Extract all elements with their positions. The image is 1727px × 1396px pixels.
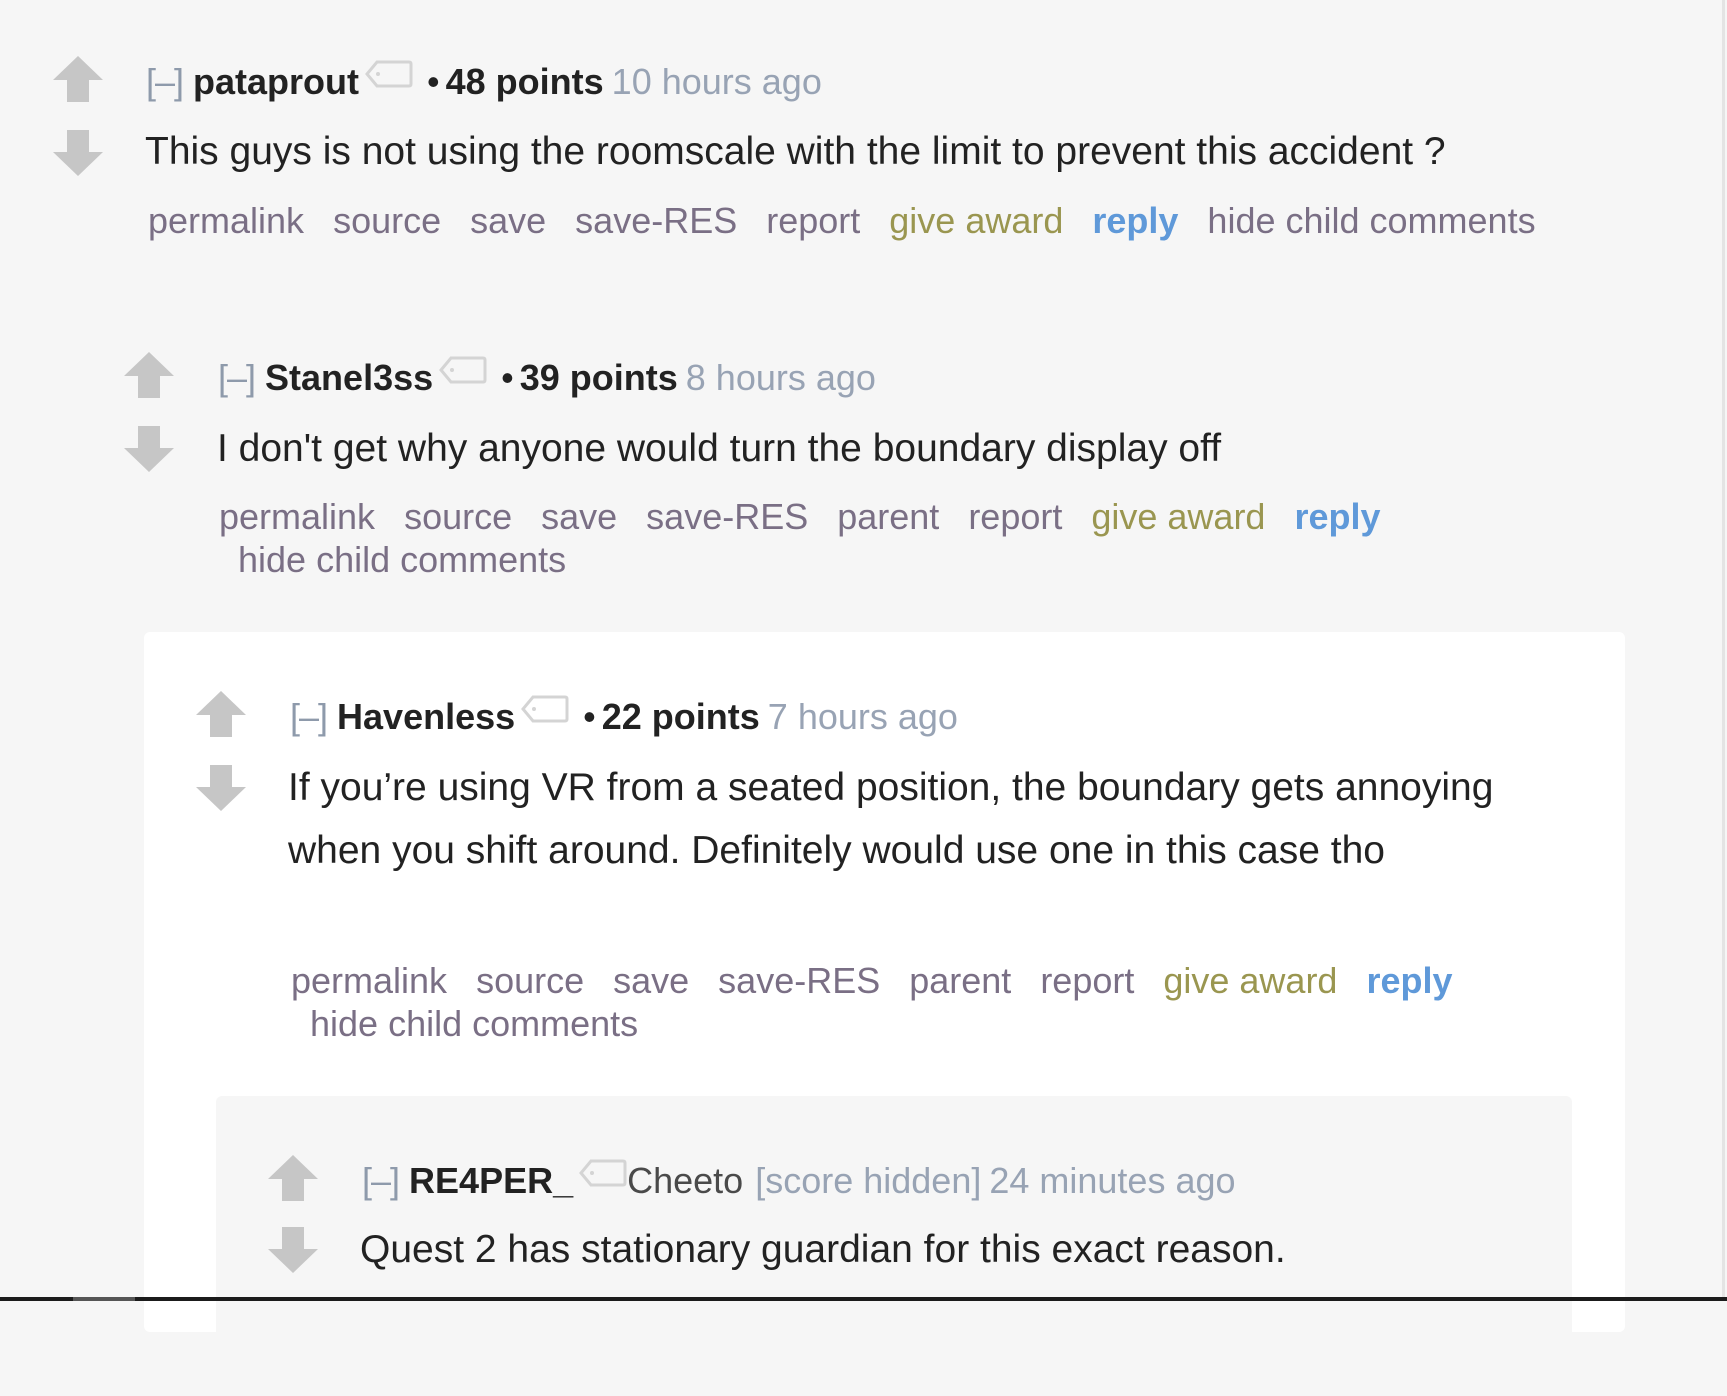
tag-icon[interactable] (439, 350, 487, 394)
save-res-link[interactable]: save-RES (646, 496, 808, 537)
downvote-arrow-icon[interactable] (196, 765, 246, 811)
report-link[interactable]: report (766, 200, 860, 241)
comment-body: Quest 2 has stationary guardian for this… (360, 1228, 1286, 1271)
hide-child-comments-link[interactable]: hide child comments (310, 1002, 638, 1046)
give-award-link[interactable]: give award (1163, 960, 1337, 1001)
reply-link[interactable]: reply (1294, 496, 1380, 537)
separator-bullet: • (501, 357, 514, 398)
comment-actions: permalink source save save-RES report give aw… (148, 199, 1708, 243)
save-res-link[interactable]: save-RES (575, 200, 737, 241)
collapse-toggle[interactable]: [–] (218, 357, 256, 398)
tag-icon[interactable] (365, 54, 413, 98)
score-hidden: [score hidden] (755, 1160, 982, 1201)
user-flair: Cheeto (627, 1160, 744, 1201)
collapse-toggle[interactable]: [–] (146, 61, 184, 102)
save-res-link[interactable]: save-RES (718, 960, 880, 1001)
comment-tagline: [–] RE4PER_ Cheeto [score hidden] 24 minutes… (362, 1159, 1236, 1205)
score: 39 points (519, 357, 678, 398)
reply-link[interactable]: reply (1366, 960, 1452, 1001)
upvote-arrow-icon[interactable] (124, 352, 174, 398)
comment-actions: permalink source save save-RES parent report g… (291, 959, 1482, 1003)
author-link[interactable]: Stanel3ss (265, 357, 433, 398)
comment-actions-overflow: hide child comments (238, 538, 595, 582)
comment-tagline: [–] Stanel3ss • 39 points 8 hours ago (218, 356, 876, 402)
separator-bullet: • (583, 696, 596, 737)
comment-body: I don't get why anyone would turn the bo… (217, 427, 1222, 470)
comment-tagline: [–] pataprout • 48 points 10 hours ago (146, 60, 822, 106)
report-link[interactable]: report (1040, 960, 1134, 1001)
timestamp: 10 hours ago (611, 61, 822, 102)
timestamp: 8 hours ago (685, 357, 876, 398)
source-link[interactable]: source (476, 960, 584, 1001)
tag-icon[interactable] (579, 1153, 627, 1197)
downvote-arrow-icon[interactable] (268, 1227, 318, 1273)
collapse-toggle[interactable]: [–] (362, 1160, 400, 1201)
hide-child-comments-link[interactable]: hide child comments (238, 538, 566, 582)
score: 48 points (445, 61, 604, 102)
downvote-arrow-icon[interactable] (124, 426, 174, 472)
tag-icon[interactable] (521, 689, 569, 733)
author-link[interactable]: RE4PER_ (409, 1160, 573, 1201)
hide-child-comments-link[interactable]: hide child comments (1207, 200, 1535, 241)
permalink-link[interactable]: permalink (148, 200, 304, 241)
save-link[interactable]: save (470, 200, 546, 241)
parent-link[interactable]: parent (909, 960, 1011, 1001)
author-link[interactable]: Havenless (337, 696, 515, 737)
source-link[interactable]: source (333, 200, 441, 241)
separator-bullet: • (427, 61, 440, 102)
horizontal-scrollbar-thumb[interactable] (73, 1297, 135, 1301)
save-link[interactable]: save (541, 496, 617, 537)
upvote-arrow-icon[interactable] (268, 1155, 318, 1201)
upvote-arrow-icon[interactable] (196, 691, 246, 737)
comment-body: If you’re using VR from a seated positio… (288, 766, 1494, 872)
score: 22 points (601, 696, 760, 737)
horizontal-scrollbar[interactable] (0, 1297, 1727, 1301)
parent-link[interactable]: parent (837, 496, 939, 537)
comment-body: This guys is not using the roomscale wit… (145, 130, 1446, 173)
give-award-link[interactable]: give award (1091, 496, 1265, 537)
give-award-link[interactable]: give award (889, 200, 1063, 241)
comment-tagline: [–] Havenless • 22 points 7 hours ago (290, 695, 958, 741)
comment-actions: permalink source save save-RES parent report g… (219, 495, 1410, 539)
upvote-arrow-icon[interactable] (53, 56, 103, 102)
scrollbar-track[interactable] (1722, 0, 1725, 1301)
permalink-link[interactable]: permalink (291, 960, 447, 1001)
timestamp: 7 hours ago (767, 696, 958, 737)
reply-link[interactable]: reply (1092, 200, 1178, 241)
comment-actions-overflow: hide child comments (310, 1002, 667, 1046)
downvote-arrow-icon[interactable] (53, 130, 103, 176)
author-link[interactable]: pataprout (193, 61, 359, 102)
report-link[interactable]: report (968, 496, 1062, 537)
save-link[interactable]: save (613, 960, 689, 1001)
collapse-toggle[interactable]: [–] (290, 696, 328, 737)
permalink-link[interactable]: permalink (219, 496, 375, 537)
timestamp: 24 minutes ago (989, 1160, 1236, 1201)
source-link[interactable]: source (404, 496, 512, 537)
